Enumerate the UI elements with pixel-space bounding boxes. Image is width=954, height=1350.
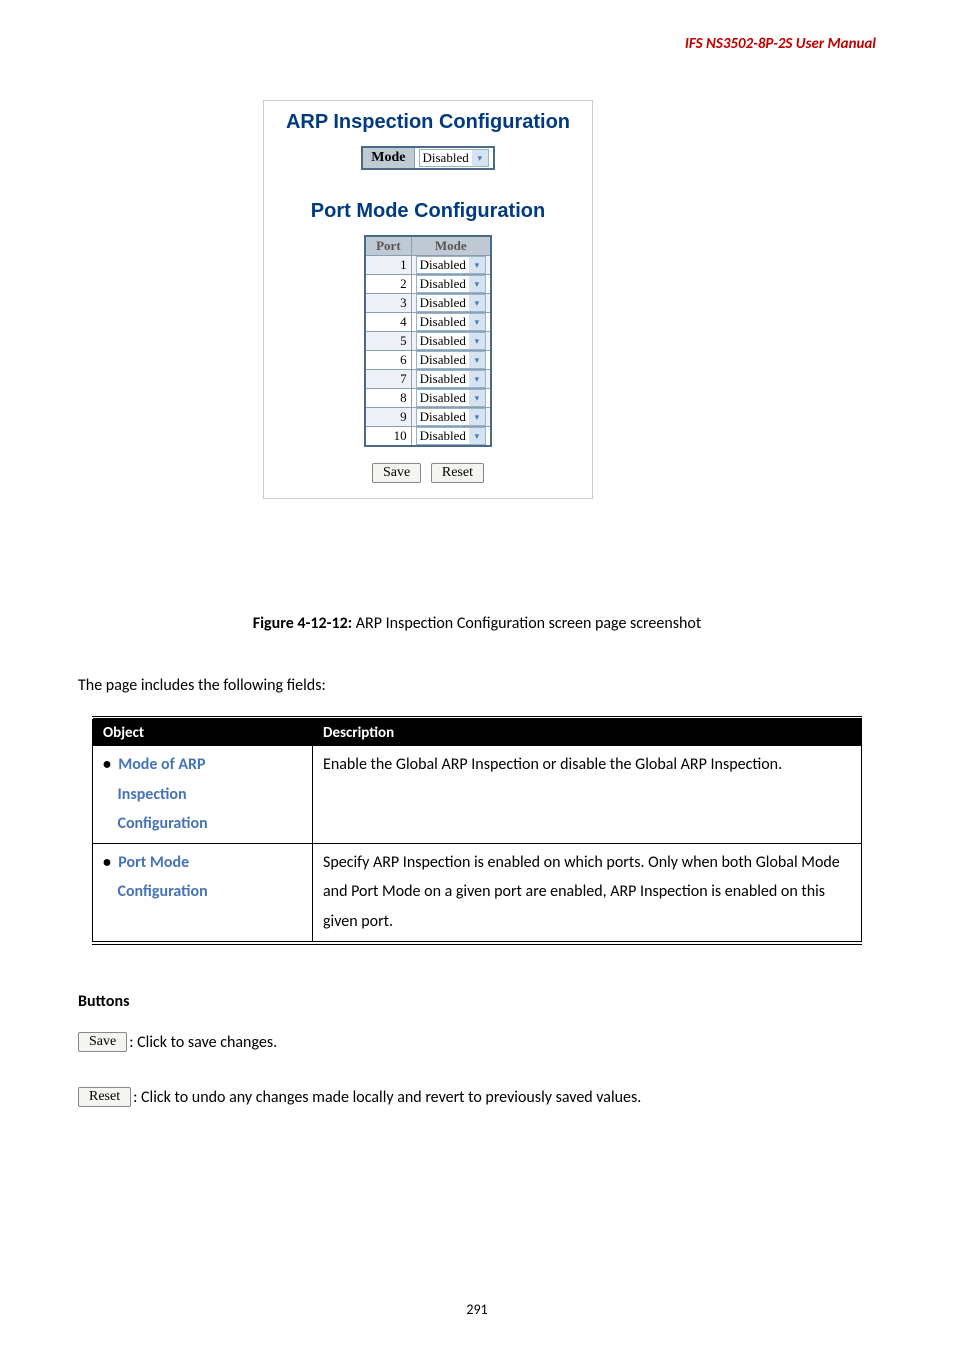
arp-title: ARP Inspection Configuration — [264, 111, 592, 134]
table-row: 8 Disabled▾ — [365, 389, 491, 408]
caption-label: Figure 4-12-12: — [253, 614, 352, 633]
description-table: Object Description • Mode of ARP Inspect… — [92, 716, 862, 945]
save-text: : Click to save changes. — [129, 1033, 277, 1052]
object-label: Configuration — [117, 814, 207, 833]
mode-label: Mode — [362, 147, 414, 169]
intro-text: The page includes the following fields: — [78, 676, 326, 695]
port-mode-value: Disabled — [420, 371, 466, 387]
port-mode-value: Disabled — [420, 409, 466, 425]
save-button-image: Save — [78, 1032, 127, 1052]
chevron-down-icon: ▾ — [469, 257, 485, 273]
port-num: 4 — [365, 313, 411, 332]
port-num: 1 — [365, 256, 411, 275]
port-mode-value: Disabled — [420, 314, 466, 330]
chevron-down-icon: ▾ — [469, 276, 485, 292]
port-num: 9 — [365, 408, 411, 427]
table-row: 7 Disabled▾ — [365, 370, 491, 389]
chevron-down-icon: ▾ — [469, 428, 485, 444]
object-label: Mode of ARP — [118, 755, 205, 774]
object-label: Inspection — [117, 785, 186, 804]
port-mode-select[interactable]: Disabled▾ — [416, 427, 486, 445]
port-mode-value: Disabled — [420, 276, 466, 292]
port-mode-select[interactable]: Disabled▾ — [416, 370, 486, 388]
chevron-down-icon: ▾ — [469, 352, 485, 368]
port-mode-select[interactable]: Disabled▾ — [416, 332, 486, 350]
chevron-down-icon: ▾ — [472, 150, 488, 166]
table-row: 10 Disabled▾ — [365, 427, 491, 447]
port-mode-select[interactable]: Disabled▾ — [416, 408, 486, 426]
port-num: 7 — [365, 370, 411, 389]
reset-button-image: Reset — [78, 1087, 131, 1107]
mode-select[interactable]: Disabled ▾ — [419, 149, 489, 167]
mode-select-value: Disabled — [423, 150, 469, 166]
port-mode-select[interactable]: Disabled▾ — [416, 313, 486, 331]
table-row: 4 Disabled▾ — [365, 313, 491, 332]
object-label: Port Mode — [118, 853, 189, 872]
save-button[interactable]: Save — [372, 463, 421, 483]
port-num: 8 — [365, 389, 411, 408]
reset-button[interactable]: Reset — [431, 463, 484, 483]
table-row: 2 Disabled▾ — [365, 275, 491, 294]
chevron-down-icon: ▾ — [469, 371, 485, 387]
chevron-down-icon: ▾ — [469, 295, 485, 311]
mode-header: Mode — [411, 236, 491, 256]
chevron-down-icon: ▾ — [469, 314, 485, 330]
object-label: Configuration — [117, 882, 207, 901]
port-num: 3 — [365, 294, 411, 313]
table-row: 1 Disabled▾ — [365, 256, 491, 275]
port-num: 5 — [365, 332, 411, 351]
port-mode-title: Port Mode Configuration — [264, 200, 592, 223]
reset-description: Reset : Click to undo any changes made l… — [78, 1087, 641, 1107]
table-row: • Port Mode Configuration Specify ARP In… — [93, 843, 862, 942]
chevron-down-icon: ▾ — [469, 390, 485, 406]
port-mode-value: Disabled — [420, 295, 466, 311]
port-num: 6 — [365, 351, 411, 370]
description-header: Description — [313, 718, 862, 746]
port-mode-select[interactable]: Disabled▾ — [416, 351, 486, 369]
table-row: 5 Disabled▾ — [365, 332, 491, 351]
port-mode-value: Disabled — [420, 352, 466, 368]
description-cell: Specify ARP Inspection is enabled on whi… — [313, 843, 862, 942]
port-mode-select[interactable]: Disabled▾ — [416, 256, 486, 274]
mode-cell: Disabled ▾ — [414, 147, 494, 169]
page-number: 291 — [0, 1301, 954, 1318]
screenshot-buttons: Save Reset — [264, 462, 592, 483]
port-mode-value: Disabled — [420, 333, 466, 349]
figure-caption: Figure 4-12-12: ARP Inspection Configura… — [0, 614, 954, 633]
buttons-heading: Buttons — [78, 992, 129, 1011]
mode-table: Mode Disabled ▾ — [361, 146, 494, 170]
port-mode-select[interactable]: Disabled▾ — [416, 294, 486, 312]
port-table: Port Mode 1Disabled▾ 2Disabled▾ 3Disable… — [364, 235, 492, 447]
port-mode-value: Disabled — [420, 390, 466, 406]
config-screenshot: ARP Inspection Configuration Mode Disabl… — [263, 100, 593, 499]
table-row: • Mode of ARP Inspection Configuration E… — [93, 746, 862, 843]
table-row: 3 Disabled▾ — [365, 294, 491, 313]
description-cell: Enable the Global ARP Inspection or disa… — [313, 746, 862, 843]
port-mode-value: Disabled — [420, 257, 466, 273]
chevron-down-icon: ▾ — [469, 409, 485, 425]
port-mode-select[interactable]: Disabled▾ — [416, 389, 486, 407]
caption-text: ARP Inspection Configuration screen page… — [352, 614, 701, 633]
port-mode-select[interactable]: Disabled▾ — [416, 275, 486, 293]
chevron-down-icon: ▾ — [469, 333, 485, 349]
table-row: 9 Disabled▾ — [365, 408, 491, 427]
port-num: 2 — [365, 275, 411, 294]
object-header: Object — [93, 718, 313, 746]
port-header: Port — [365, 236, 411, 256]
header-brand: IFS NS3502-8P-2S User Manual — [685, 35, 876, 53]
port-num: 10 — [365, 427, 411, 447]
table-row: 6 Disabled▾ — [365, 351, 491, 370]
port-mode-value: Disabled — [420, 428, 466, 444]
reset-text: : Click to undo any changes made locally… — [133, 1088, 641, 1107]
save-description: Save : Click to save changes. — [78, 1032, 277, 1052]
